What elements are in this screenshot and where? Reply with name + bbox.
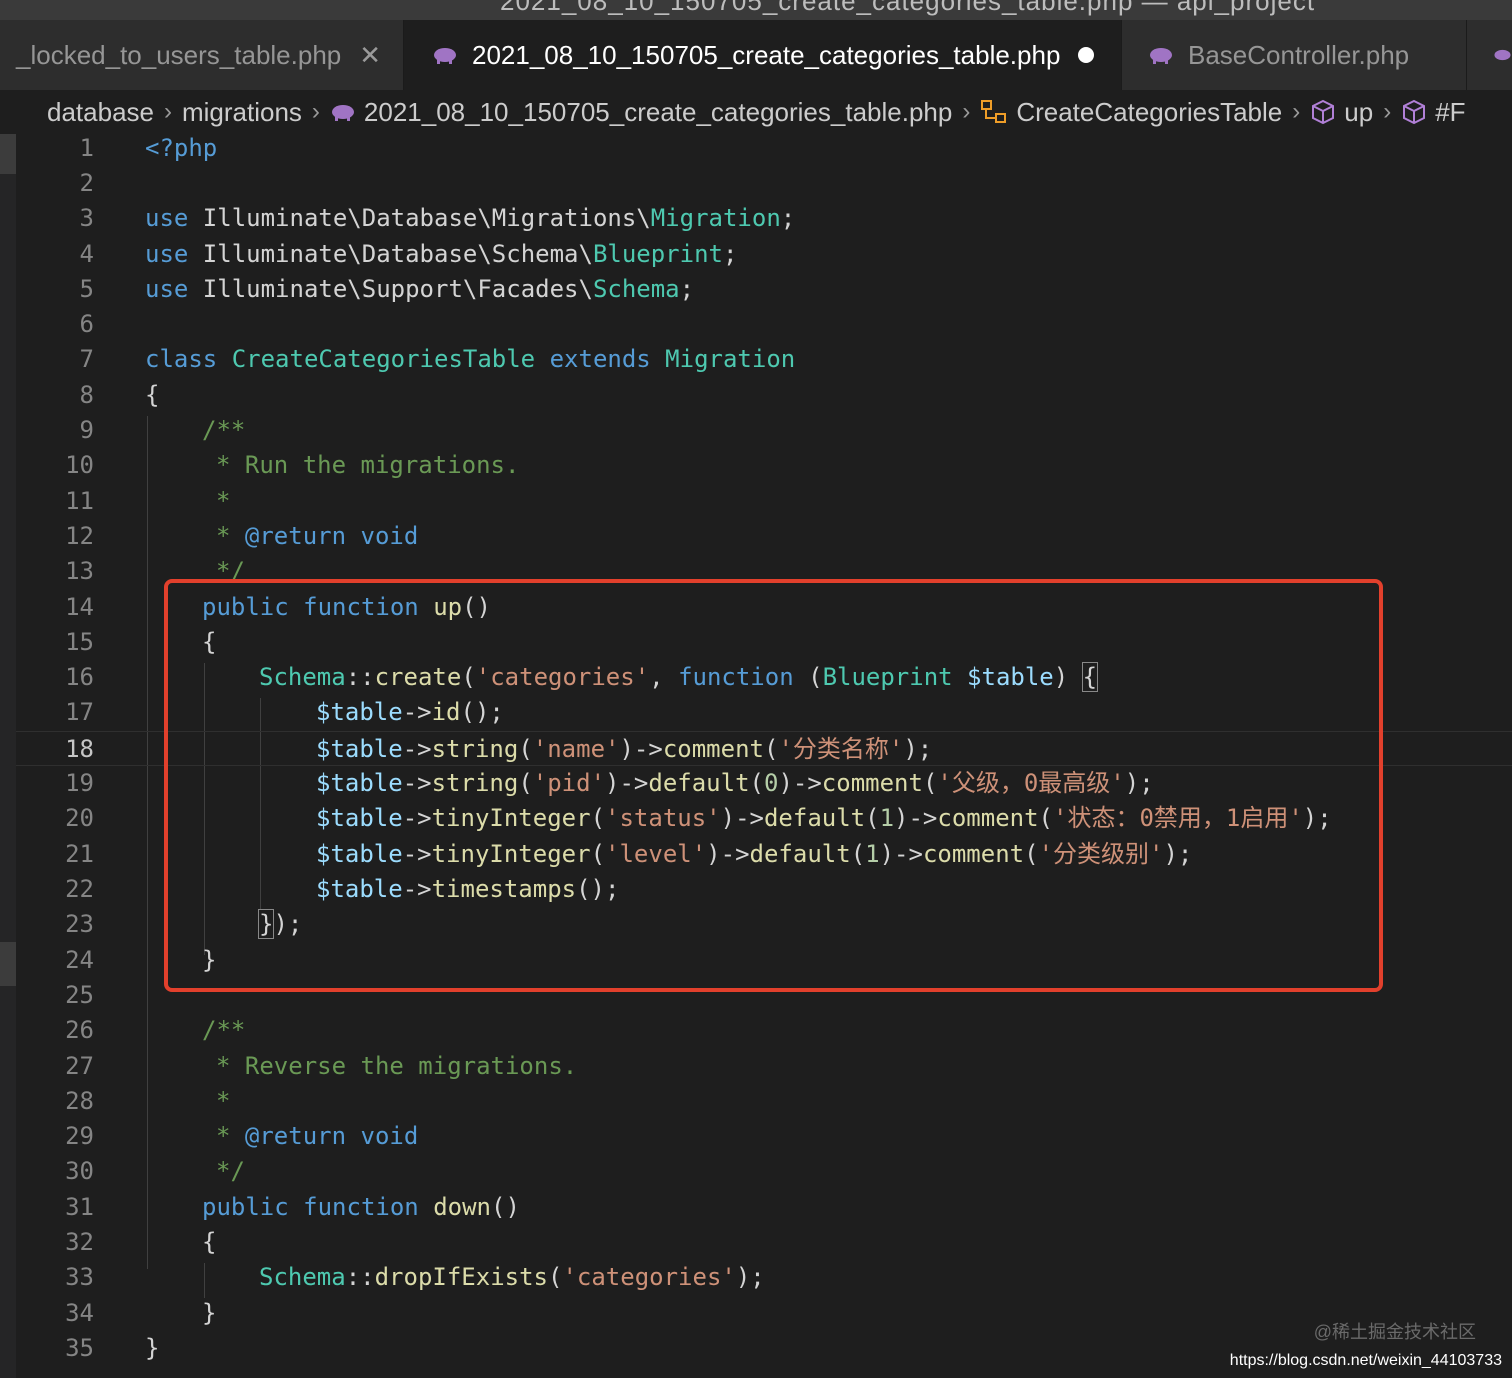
- code-line: 34}: [65, 1299, 217, 1327]
- php-elephant-icon: [1494, 49, 1511, 61]
- code-line: 33 Schema::dropIfExists('categories');: [65, 1263, 765, 1291]
- code-line: 29 * @return void: [65, 1122, 419, 1150]
- activity-bar-edge: [0, 134, 16, 1378]
- code-line: 8{: [79, 381, 160, 409]
- tab-label: _locked_to_users_table.php: [16, 39, 342, 70]
- chevron-right-icon: ›: [1292, 98, 1301, 125]
- tab-label: BaseController.php: [1188, 39, 1410, 70]
- unsaved-dot-icon[interactable]: [1078, 47, 1095, 63]
- code-line: 9/**: [79, 416, 246, 444]
- close-icon[interactable]: ✕: [359, 40, 381, 71]
- code-line: 5 use Illuminate\Support\Facades\Schema;: [79, 275, 695, 303]
- tab-locked-to-users-table[interactable]: _locked_to_users_table.php ✕: [0, 20, 404, 90]
- activity-indicator: [0, 134, 16, 174]
- breadcrumb-class[interactable]: CreateCategoriesTable: [1016, 97, 1282, 128]
- code-line: 7 class CreateCategoriesTable extends Mig…: [79, 345, 796, 373]
- code-line: 2: [79, 169, 94, 197]
- class-symbol-icon: [980, 99, 1008, 125]
- code-line: 12 * @return void: [65, 522, 419, 550]
- highlight-annotation-box: [164, 579, 1383, 992]
- code-line: 6: [79, 310, 94, 338]
- code-line: 1 <?php: [79, 134, 218, 162]
- code-line: 11 *: [65, 487, 231, 515]
- code-line: 30 */: [65, 1157, 245, 1185]
- tab-create-categories-table[interactable]: 2021_08_10_150705_create_categories_tabl…: [404, 20, 1122, 90]
- breadcrumb-method[interactable]: up: [1344, 97, 1373, 128]
- tab-label: 2021_08_10_150705_create_categories_tabl…: [472, 39, 1061, 70]
- code-line: 32{: [65, 1228, 217, 1256]
- breadcrumb: database › migrations › 2021_08_10_15070…: [0, 90, 1512, 134]
- code-line: 31 public function down(): [65, 1193, 520, 1221]
- chevron-right-icon: ›: [962, 98, 971, 125]
- code-line: 10 * Run the migrations.: [65, 451, 520, 479]
- code-line: 26/**: [65, 1016, 246, 1044]
- chevron-right-icon: ›: [163, 98, 172, 125]
- tab-base-controller[interactable]: BaseController.php: [1122, 20, 1467, 90]
- chevron-right-icon: ›: [1383, 98, 1392, 125]
- source-url: https://blog.csdn.net/weixin_44103733: [1229, 1352, 1502, 1369]
- breadcrumb-symbol[interactable]: #F: [1435, 97, 1465, 128]
- php-elephant-icon: [330, 102, 356, 122]
- method-cube-icon: [1310, 99, 1336, 125]
- code-line: 28 *: [65, 1087, 231, 1115]
- code-line: 3 use Illuminate\Database\Migrations\Migr…: [79, 204, 796, 232]
- code-line: 27 * Reverse the migrations.: [65, 1052, 578, 1080]
- watermark: @稀土掘金技术社区: [1313, 1322, 1476, 1342]
- window-title: 2021_08_10_150705_create_categories_tabl…: [500, 0, 1316, 16]
- activity-indicator: [0, 942, 16, 986]
- tab-overflow[interactable]: [1467, 20, 1512, 90]
- php-elephant-icon: [1150, 48, 1172, 64]
- breadcrumb-database[interactable]: database: [47, 97, 154, 128]
- window-title-strip: 2021_08_10_150705_create_categories_tabl…: [0, 0, 1512, 20]
- method-cube-icon: [1401, 99, 1427, 125]
- chevron-right-icon: ›: [311, 98, 320, 125]
- tab-bar: _locked_to_users_table.php ✕ 2021_08_10_…: [0, 20, 1512, 90]
- php-elephant-icon: [434, 48, 456, 64]
- breadcrumb-file[interactable]: 2021_08_10_150705_create_categories_tabl…: [364, 97, 952, 128]
- code-line: 4 use Illuminate\Database\Schema\Blueprin…: [79, 240, 738, 268]
- breadcrumb-migrations[interactable]: migrations: [182, 97, 302, 128]
